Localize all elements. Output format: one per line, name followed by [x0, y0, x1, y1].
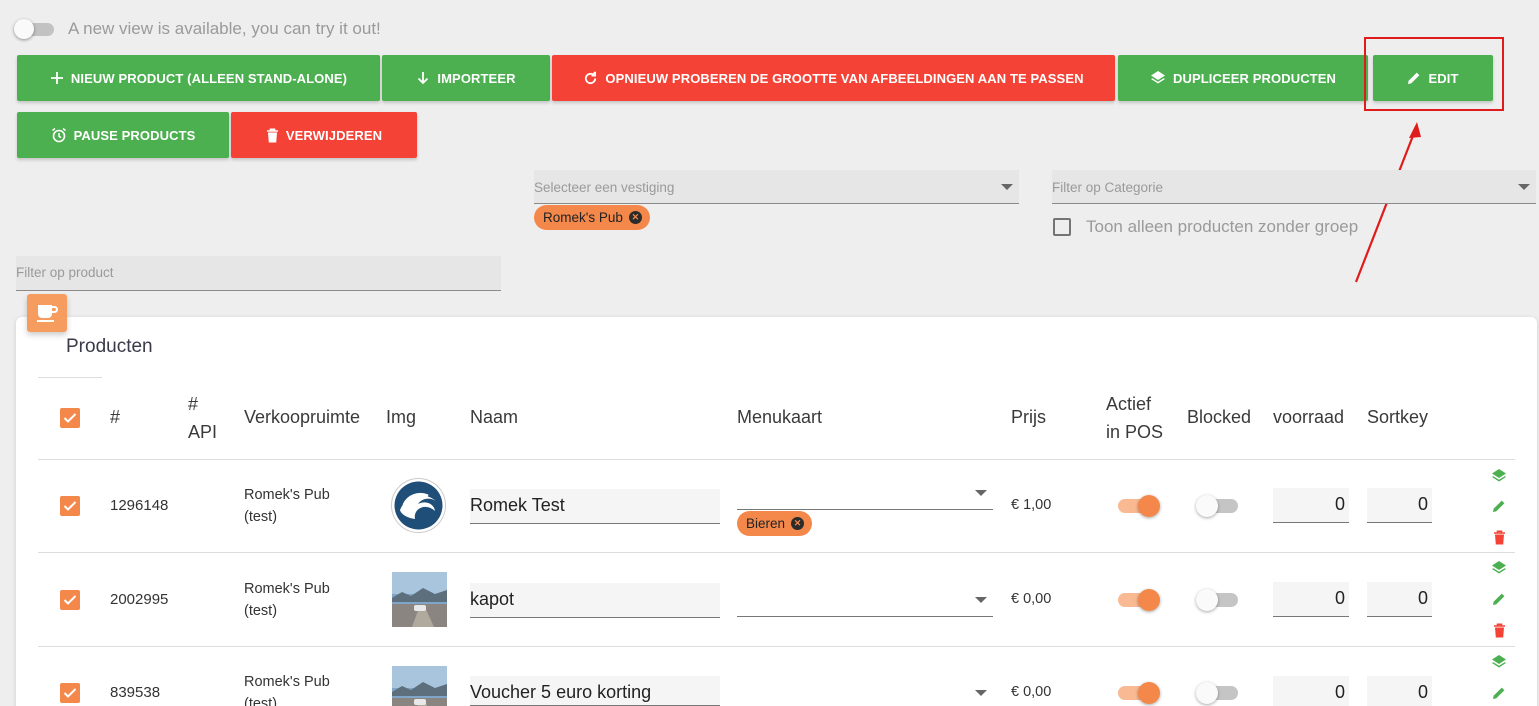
- location-chip[interactable]: Romek's Pub ✕: [534, 205, 650, 230]
- stock-input[interactable]: 0: [1273, 676, 1349, 706]
- row-price: € 0,00: [1011, 684, 1052, 700]
- row-location-sub: (test): [244, 696, 278, 706]
- header-active: Actief: [1106, 394, 1152, 414]
- header-price: Prijs: [1011, 407, 1046, 427]
- location-select[interactable]: Selecteer een vestiging: [534, 170, 1019, 204]
- menu-select[interactable]: [737, 583, 993, 617]
- header-menu: Menukaart: [737, 407, 823, 427]
- duplicate-products-button[interactable]: DUPLICEER PRODUCTEN: [1118, 55, 1368, 101]
- header-api: API: [188, 422, 218, 442]
- menu-select[interactable]: [737, 676, 993, 706]
- chevron-down-icon: [975, 490, 987, 496]
- highlight-box: [1364, 37, 1504, 111]
- plus-icon: [50, 71, 64, 85]
- product-name-input[interactable]: Romek Test: [470, 489, 720, 524]
- row-location-sub: (test): [244, 509, 278, 525]
- active-toggle[interactable]: [1118, 682, 1160, 704]
- trash-icon: [266, 128, 279, 143]
- alarm-clock-icon: [51, 127, 67, 143]
- edit-row-icon[interactable]: [1489, 683, 1509, 703]
- delete-button[interactable]: VERWIJDEREN: [231, 112, 417, 158]
- duplicate-row-icon[interactable]: [1489, 558, 1509, 578]
- duplicate-row-icon[interactable]: [1489, 466, 1509, 486]
- header-active-pos: in POS: [1106, 422, 1164, 442]
- delete-row-icon[interactable]: [1489, 620, 1509, 640]
- row-location: Romek's Pub: [244, 581, 330, 597]
- delete-row-icon[interactable]: [1489, 527, 1509, 547]
- new-view-toggle[interactable]: [14, 19, 56, 39]
- product-photo-image: [392, 572, 447, 627]
- close-icon[interactable]: ✕: [791, 517, 805, 530]
- sortkey-input[interactable]: 0: [1367, 582, 1432, 617]
- close-icon[interactable]: ✕: [628, 211, 642, 224]
- cup-icon: [27, 294, 67, 332]
- header-id: #: [110, 407, 121, 427]
- no-group-checkbox[interactable]: [1053, 218, 1071, 236]
- divider: [38, 459, 1515, 460]
- product-filter-input[interactable]: Filter op product: [16, 256, 501, 291]
- card-title: Producten: [66, 336, 153, 357]
- header-api-hash: #: [188, 394, 199, 414]
- chevron-down-icon: [975, 597, 987, 603]
- header-sortkey: Sortkey: [1367, 407, 1429, 427]
- divider: [38, 646, 1515, 647]
- product-photo-image: [392, 666, 447, 706]
- retry-resize-images-button[interactable]: OPNIEUW PROBEREN DE GROOTTE VAN AFBEELDI…: [552, 55, 1115, 101]
- new-view-notice: A new view is available, you can try it …: [68, 19, 381, 38]
- layers-icon: [1150, 70, 1166, 86]
- row-location: Romek's Pub: [244, 674, 330, 690]
- edit-row-icon[interactable]: [1489, 589, 1509, 609]
- row-id: 839538: [110, 684, 161, 701]
- edit-row-icon[interactable]: [1489, 496, 1509, 516]
- chevron-down-icon: [1001, 184, 1013, 190]
- refresh-icon: [583, 70, 598, 86]
- pause-products-button[interactable]: PAUSE PRODUCTS: [17, 112, 229, 158]
- arrow-down-icon: [416, 71, 430, 85]
- divider: [38, 377, 102, 378]
- duplicate-row-icon[interactable]: [1489, 652, 1509, 672]
- sortkey-input[interactable]: 0: [1367, 676, 1432, 706]
- row-location: Romek's Pub: [244, 487, 330, 503]
- import-button[interactable]: IMPORTEER: [382, 55, 550, 101]
- header-name: Naam: [470, 407, 519, 427]
- row-id: 2002995: [110, 591, 169, 608]
- row-location-sub: (test): [244, 603, 278, 619]
- row-price: € 1,00: [1011, 497, 1052, 513]
- menu-select[interactable]: [737, 476, 993, 510]
- row-checkbox[interactable]: [60, 496, 80, 516]
- divider: [38, 552, 1515, 553]
- active-toggle[interactable]: [1118, 495, 1160, 517]
- sortkey-input[interactable]: 0: [1367, 488, 1432, 523]
- product-logo-image: [390, 477, 447, 534]
- menu-chip[interactable]: Bieren ✕: [737, 511, 813, 536]
- header-location: Verkoopruimte: [244, 407, 361, 427]
- select-all-checkbox[interactable]: [60, 408, 80, 428]
- row-price: € 0,00: [1011, 591, 1052, 607]
- header-blocked: Blocked: [1187, 407, 1252, 427]
- chevron-down-icon: [1518, 184, 1530, 190]
- row-checkbox[interactable]: [60, 590, 80, 610]
- header-img: Img: [386, 407, 417, 427]
- stock-input[interactable]: 0: [1273, 582, 1349, 617]
- no-group-label: Toon alleen producten zonder groep: [1086, 217, 1359, 236]
- blocked-toggle[interactable]: [1196, 495, 1240, 517]
- new-product-button[interactable]: NIEUW PRODUCT (ALLEEN STAND-ALONE): [17, 55, 380, 101]
- product-name-input[interactable]: kapot: [470, 583, 720, 618]
- blocked-toggle[interactable]: [1196, 682, 1240, 704]
- header-stock: voorraad: [1273, 407, 1345, 427]
- stock-input[interactable]: 0: [1273, 488, 1349, 523]
- blocked-toggle[interactable]: [1196, 589, 1240, 611]
- row-id: 1296148: [110, 497, 169, 514]
- row-checkbox[interactable]: [60, 683, 80, 703]
- active-toggle[interactable]: [1118, 589, 1160, 611]
- category-select[interactable]: Filter op Categorie: [1052, 170, 1536, 204]
- product-name-input[interactable]: Voucher 5 euro korting: [470, 676, 720, 706]
- chevron-down-icon: [975, 690, 987, 696]
